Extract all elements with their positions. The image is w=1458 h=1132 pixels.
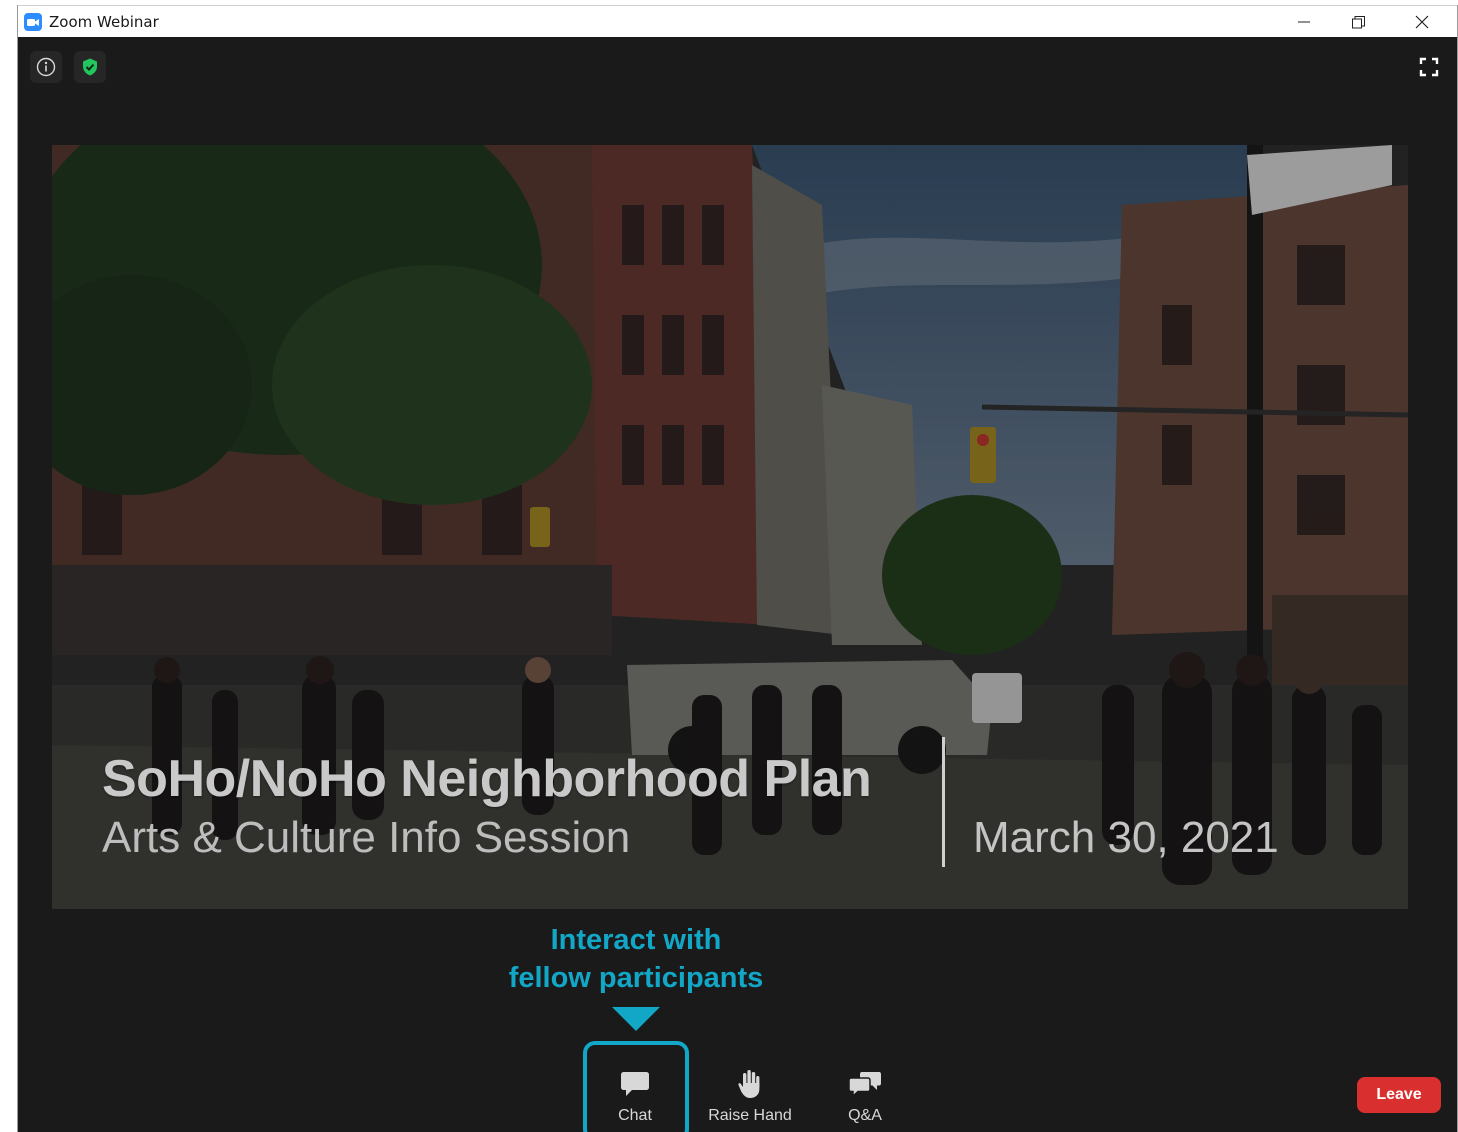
callout-line-2: fellow participants [508, 962, 764, 994]
close-icon [1415, 15, 1429, 29]
qa-button[interactable]: Q&A [815, 1067, 915, 1125]
slide-divider [942, 737, 945, 867]
raised-hand-icon [738, 1070, 760, 1098]
fullscreen-icon [1419, 57, 1439, 77]
slide-date: March 30, 2021 [973, 813, 1279, 862]
restore-button[interactable] [1335, 6, 1381, 38]
shield-check-icon [83, 58, 97, 76]
minimize-button[interactable] [1281, 6, 1327, 38]
security-button[interactable] [74, 51, 106, 83]
chat-button[interactable]: Chat [585, 1067, 685, 1125]
qa-bubbles-icon [848, 1072, 881, 1098]
callout-annotation: Interact with fellow participants [458, 921, 814, 997]
meeting-info-button[interactable] [30, 51, 62, 83]
fullscreen-button[interactable] [1415, 53, 1443, 81]
callout-arrow [612, 1007, 660, 1031]
raise-hand-button[interactable]: Raise Hand [700, 1067, 800, 1125]
title-bar: Zoom Webinar [18, 5, 1457, 37]
callout-line-1: Interact with [550, 924, 722, 956]
slide-subtitle: Arts & Culture Info Session [102, 813, 631, 862]
minimize-icon [1298, 21, 1310, 23]
zoom-camera-icon [24, 13, 42, 31]
shared-screen-slide: SoHo/NoHo Neighborhood Plan Arts & Cultu… [52, 145, 1408, 909]
raise-hand-label: Raise Hand [708, 1107, 792, 1124]
info-icon [36, 57, 56, 77]
qa-label: Q&A [848, 1107, 882, 1124]
chat-bubble-icon [621, 1072, 649, 1096]
leave-button[interactable]: Leave [1357, 1077, 1441, 1113]
restore-icon [1351, 15, 1365, 28]
chat-label: Chat [618, 1107, 652, 1124]
window-title: Zoom Webinar [49, 13, 159, 31]
slide-title: SoHo/NoHo Neighborhood Plan [102, 750, 872, 808]
close-window-button[interactable] [1399, 6, 1445, 38]
zoom-window: Zoom Webinar SoHo/NoHo Neighborhood Plan… [17, 5, 1458, 1132]
